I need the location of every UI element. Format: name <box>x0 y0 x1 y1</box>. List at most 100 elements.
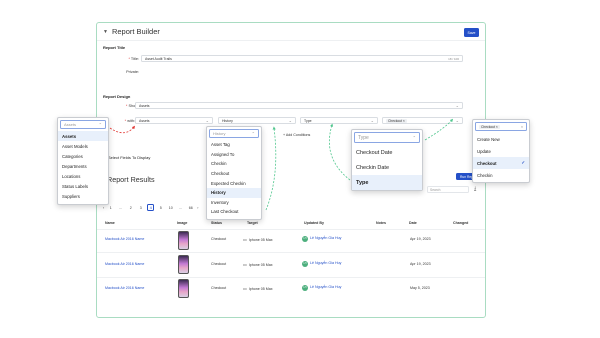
row-user[interactable]: LH Lê Nguyễn Gia Huy <box>302 261 341 267</box>
history-dropdown-input[interactable]: History ⌃ <box>209 129 259 138</box>
avatar: LH <box>302 236 308 242</box>
page-link[interactable]: 3 <box>137 204 144 211</box>
chevron-up-icon: ⌃ <box>251 131 255 136</box>
title-input[interactable]: Asset Audit Trails 18 / 100 <box>141 55 463 62</box>
download-icon[interactable]: ⤓ <box>474 186 476 192</box>
chevron-down-icon: ⌄ <box>288 118 292 123</box>
page-ellipsis: ... <box>179 205 183 210</box>
dropdown-option[interactable]: Asset Models <box>58 141 108 151</box>
type-value: Type <box>304 118 312 123</box>
page-ellipsis: ... <box>119 205 123 210</box>
dropdown-option[interactable]: Checkout Date <box>352 145 422 160</box>
checkmark-icon: ✓ <box>521 160 525 165</box>
dropdown-option[interactable]: Locations <box>58 171 108 181</box>
dropdown-option[interactable]: Suppliers <box>58 191 108 201</box>
row-date: Apr 19, 2023 <box>410 262 431 266</box>
type-select[interactable]: Type ⌄ <box>300 117 378 124</box>
page-link[interactable]: 1 <box>107 204 114 211</box>
col-target[interactable]: Target <box>247 221 258 225</box>
divider <box>97 277 485 278</box>
dropdown-option[interactable]: Type <box>352 175 422 190</box>
assets-dropdown-input[interactable]: Assets ⌃ <box>60 120 106 129</box>
save-button[interactable]: Save <box>464 28 479 37</box>
dropdown-option[interactable]: Checkin <box>473 169 529 181</box>
row-status: Checkout <box>211 262 227 266</box>
chevron-up-icon: ⌃ <box>98 122 102 127</box>
results-search-input[interactable]: Search <box>427 186 469 193</box>
value-select[interactable]: Checkout × ⌄ <box>382 117 463 124</box>
page-link[interactable]: 5 <box>157 204 164 211</box>
dropdown-option[interactable]: Checkout <box>207 169 261 179</box>
dropdown-option[interactable]: Update <box>473 145 529 157</box>
clear-icon: × <box>520 124 523 129</box>
row-name-link[interactable]: Macbook Air 2016 Name <box>105 237 144 241</box>
page-link-active[interactable]: 4 <box>147 204 155 211</box>
prev-page-icon[interactable]: ‹ <box>103 206 104 210</box>
dropdown-option[interactable]: Create New <box>473 133 529 145</box>
type-dropdown-input[interactable]: Type ⌃ <box>354 132 420 143</box>
avatar: LH <box>302 285 308 291</box>
row-date: May 5, 2023 <box>410 286 430 290</box>
divider <box>97 229 485 230</box>
col-date[interactable]: Date <box>409 221 417 225</box>
chevron-down-icon: ⌄ <box>205 118 209 123</box>
select-fields-label: Select Fields To Display <box>108 155 151 160</box>
report-design-section-label: Report Design <box>103 94 131 99</box>
dropdown-option[interactable]: Assets <box>58 131 108 141</box>
show-value: Assets <box>139 103 150 108</box>
row-name-link[interactable]: Macbook Air 2016 Name <box>105 286 144 290</box>
history-select[interactable]: History ⌄ <box>218 117 296 124</box>
with-value: Assets <box>139 118 150 123</box>
with-select[interactable]: Assets ⌄ <box>135 117 213 124</box>
report-results-title: Report Results <box>107 175 155 184</box>
laptop-icon: ▭ <box>243 262 247 267</box>
col-notes[interactable]: Notes <box>376 221 386 225</box>
col-status[interactable]: Status <box>211 221 222 225</box>
report-builder-header[interactable]: ▼ Report Builder <box>97 23 485 41</box>
dropdown-option[interactable]: Checkin Date <box>352 160 422 175</box>
row-name-link[interactable]: Macbook Air 2016 Name <box>105 262 144 266</box>
show-select[interactable]: Assets ⌄ <box>135 102 463 109</box>
row-status: Checkout <box>211 286 227 290</box>
dropdown-option[interactable]: Categories <box>58 151 108 161</box>
col-name[interactable]: Name <box>105 221 115 225</box>
asset-image <box>178 231 189 250</box>
checkout-tag: Checkout × <box>479 124 500 129</box>
col-changed[interactable]: Changed <box>453 221 468 225</box>
laptop-icon: ▭ <box>243 286 247 291</box>
dropdown-option[interactable]: Last Checkout <box>207 207 261 217</box>
next-page-icon[interactable]: › <box>197 206 198 210</box>
title-char-count: 18 / 100 <box>448 56 459 61</box>
dropdown-option[interactable]: Status Labels <box>58 181 108 191</box>
row-user[interactable]: LH Lê Nguyễn Gia Huy <box>302 236 341 242</box>
dropdown-option-selected[interactable]: Checkout ✓ <box>473 157 529 169</box>
title-value: Asset Audit Trails <box>145 56 172 61</box>
row-date: Apr 19, 2023 <box>410 237 431 241</box>
dropdown-option[interactable]: Asset Tag <box>207 140 261 150</box>
dropdown-option[interactable]: Expected Checkin <box>207 178 261 188</box>
with-label: * with: <box>124 119 135 123</box>
row-target: ▭ Iphone 05 Max <box>243 286 273 291</box>
dropdown-option[interactable]: History <box>207 187 261 198</box>
dropdown-option[interactable]: Departments <box>58 161 108 171</box>
asset-image <box>178 255 189 274</box>
page-link[interactable]: 10 <box>167 204 174 211</box>
history-value: History <box>222 118 233 123</box>
dropdown-option[interactable]: Inventory <box>207 198 261 208</box>
collapse-caret-icon[interactable]: ▼ <box>103 29 108 35</box>
row-user[interactable]: LH Lê Nguyễn Gia Huy <box>302 285 341 291</box>
col-image[interactable]: Image <box>177 221 187 225</box>
add-conditions-button[interactable]: + Add Conditions <box>283 133 310 137</box>
divider <box>97 252 485 253</box>
page-link[interactable]: 66 <box>187 204 194 211</box>
private-toggle-area[interactable] <box>141 68 463 75</box>
laptop-icon: ▭ <box>243 237 247 242</box>
history-dropdown: History ⌃ Asset Tag Assigned To Checkin C… <box>206 126 262 220</box>
page-link[interactable]: 2 <box>127 204 134 211</box>
chevron-down-icon: ⌄ <box>370 118 374 123</box>
checkout-dropdown-input[interactable]: Checkout × × <box>475 122 527 131</box>
col-updated-by[interactable]: Updated By <box>304 221 324 225</box>
pagination: ‹ 1 ... 2 3 4 5 10 ... 66 › <box>103 204 198 211</box>
dropdown-option[interactable]: Checkin <box>207 159 261 169</box>
dropdown-option[interactable]: Assigned To <box>207 150 261 160</box>
